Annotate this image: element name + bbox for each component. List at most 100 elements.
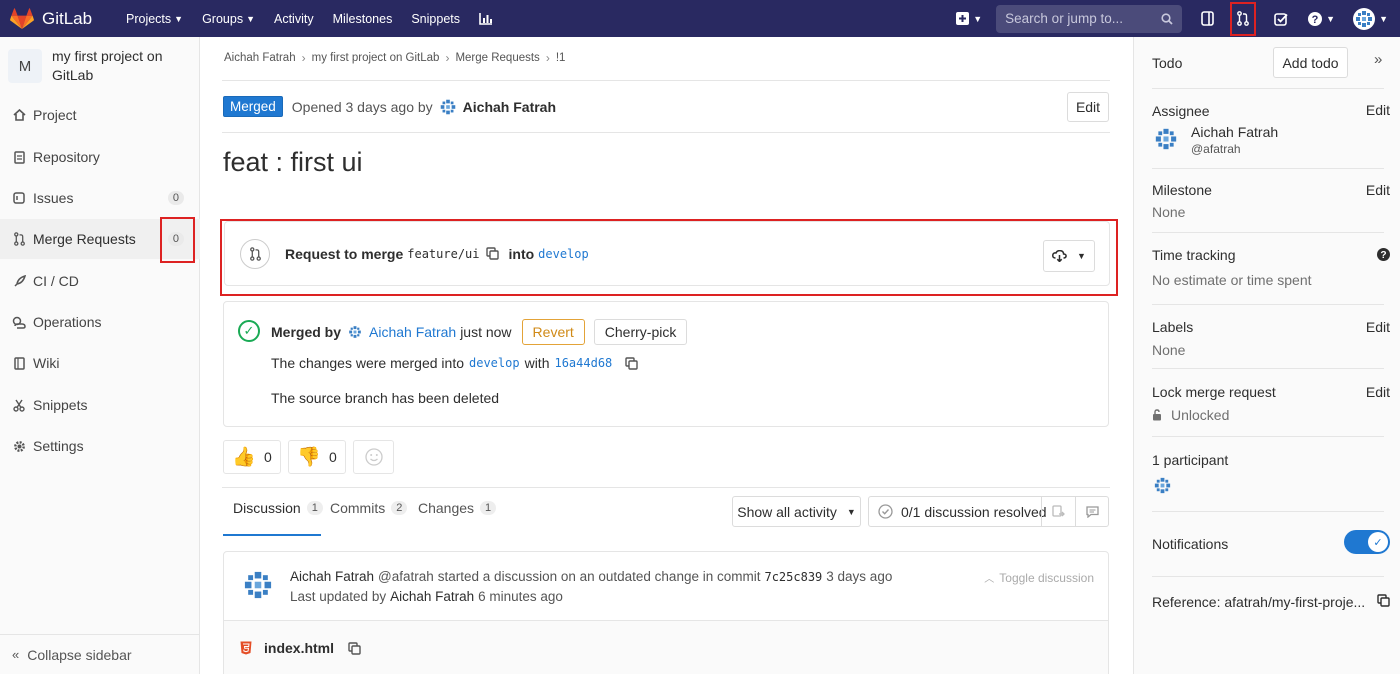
sidebar-item-project[interactable]: Project: [0, 95, 200, 135]
add-todo-button[interactable]: Add todo: [1273, 47, 1348, 78]
copy-reference-icon[interactable]: [1377, 594, 1390, 610]
divider: [222, 132, 1110, 133]
edit-milestone-link[interactable]: Edit: [1366, 182, 1390, 198]
labels-value: None: [1152, 342, 1186, 358]
discussion-commit-link[interactable]: 7c25c839: [764, 570, 822, 584]
help-dropdown[interactable]: ? ▼: [1308, 11, 1336, 26]
nav-projects[interactable]: Projects ▼: [126, 12, 183, 26]
discussion-handle: @afatrah: [378, 569, 434, 584]
assignee-name[interactable]: Aichah Fatrah: [1191, 124, 1278, 140]
avatar[interactable]: [240, 567, 276, 603]
check-icon: ✓: [1368, 532, 1388, 552]
merge-requests-nav-icon[interactable]: [1230, 1, 1257, 36]
project-header[interactable]: M my first project on GitLab: [0, 37, 199, 93]
merge-requests-count-badge: 0: [167, 232, 184, 246]
todo-section: Todo Add todo »: [1152, 37, 1384, 89]
avatar[interactable]: [1152, 125, 1180, 153]
author-link[interactable]: Aichah Fatrah: [437, 96, 556, 117]
edit-labels-link[interactable]: Edit: [1366, 319, 1390, 335]
discussion-file-name[interactable]: index.html: [264, 640, 334, 656]
divider: [222, 80, 1110, 81]
sidebar-item-issues[interactable]: Issues 0: [0, 178, 200, 218]
merged-by-line: Merged by Aichah Fatrah just now Revert …: [271, 319, 688, 345]
chevron-down-icon: ▼: [1077, 251, 1086, 261]
add-reaction-button[interactable]: [353, 440, 394, 474]
chevron-right-icon: ›: [445, 51, 450, 65]
notifications-section: Notifications ✓: [1152, 512, 1390, 577]
cherry-pick-button[interactable]: Cherry-pick: [593, 319, 688, 345]
tab-commits[interactable]: Commits 2: [330, 500, 408, 516]
avatar[interactable]: [1152, 475, 1173, 496]
thumbs-up-button[interactable]: 👍 0: [223, 440, 281, 474]
changes-branch-link[interactable]: develop: [469, 356, 520, 370]
notifications-toggle[interactable]: ✓: [1344, 530, 1390, 554]
copy-sha-icon[interactable]: [625, 356, 638, 370]
sidebar-item-wiki[interactable]: Wiki: [0, 343, 200, 383]
breadcrumb-user[interactable]: Aichah Fatrah: [224, 52, 296, 64]
target-branch-link[interactable]: develop: [538, 247, 589, 261]
edit-assignee-link[interactable]: Edit: [1366, 102, 1390, 118]
milestone-label: Milestone: [1152, 182, 1212, 198]
sidebar-toggle-icon[interactable]: [1196, 8, 1218, 30]
edit-mr-button[interactable]: Edit: [1067, 92, 1109, 122]
jump-to-discussion-button[interactable]: [1041, 497, 1075, 526]
thumbs-down-button[interactable]: 👎 0: [288, 440, 346, 474]
activity-filter-dropdown[interactable]: Show all activity ▼: [732, 496, 861, 527]
sidebar-item-label: Project: [33, 107, 77, 123]
nav-activity[interactable]: Activity: [274, 12, 314, 26]
gitlab-home-link[interactable]: GitLab: [10, 7, 106, 30]
breadcrumb-mr-id[interactable]: !1: [556, 52, 566, 64]
merged-by-user-link[interactable]: Aichah Fatrah: [369, 324, 456, 340]
request-to-merge-label: Request to merge: [285, 245, 404, 262]
nav-milestones[interactable]: Milestones: [333, 12, 393, 26]
file-icon: [11, 150, 27, 164]
sidebar-item-ci-cd[interactable]: CI / CD: [0, 261, 200, 301]
sidebar-item-merge-requests[interactable]: Merge Requests 0: [0, 217, 200, 263]
new-item-dropdown[interactable]: ▼: [952, 12, 986, 25]
lock-label: Lock merge request: [1152, 384, 1276, 400]
revert-button[interactable]: Revert: [521, 319, 585, 345]
edit-lock-link[interactable]: Edit: [1366, 384, 1390, 400]
help-icon[interactable]: ?: [1377, 248, 1390, 264]
new-issue-from-discussion-button[interactable]: [1075, 497, 1109, 526]
user-menu-dropdown[interactable]: ▼: [1353, 7, 1388, 30]
updated-by[interactable]: Aichah Fatrah: [390, 589, 474, 604]
discussion-author[interactable]: Aichah Fatrah: [290, 569, 374, 584]
nav-snippets[interactable]: Snippets: [411, 12, 460, 26]
sidebar-item-label: Repository: [33, 149, 100, 165]
home-icon: [11, 109, 27, 121]
breadcrumb-project[interactable]: my first project on GitLab: [312, 52, 440, 64]
search-input[interactable]: Search or jump to...: [996, 4, 1183, 33]
sidebar-item-settings[interactable]: Settings: [0, 426, 200, 466]
copy-file-path-icon[interactable]: [348, 641, 361, 655]
sidebar-item-label: Wiki: [33, 355, 60, 371]
todos-icon[interactable]: [1270, 8, 1292, 30]
sidebar-item-operations[interactable]: Operations: [0, 302, 200, 342]
merged-status-card: ✓ Merged by Aichah Fatrah just now Rever…: [223, 301, 1109, 427]
chevron-down-icon: ▼: [1326, 13, 1336, 24]
project-sidebar: M my first project on GitLab Project Rep…: [0, 37, 200, 674]
breadcrumb-merge-requests[interactable]: Merge Requests: [455, 52, 539, 64]
tab-changes[interactable]: Changes 1: [418, 500, 497, 516]
top-navbar: GitLab Projects ▼ Groups ▼ Activity Milest…: [0, 0, 1400, 37]
collapse-right-sidebar-icon[interactable]: »: [1374, 51, 1382, 68]
chart-icon[interactable]: [479, 12, 493, 25]
thumbs-up-icon: 👍: [232, 446, 256, 468]
avatar: [1353, 7, 1376, 30]
download-dropdown[interactable]: ▼: [1043, 240, 1095, 272]
todo-label: Todo: [1152, 55, 1183, 71]
tab-discussion[interactable]: Discussion 1: [233, 500, 323, 516]
sidebar-item-repository[interactable]: Repository: [0, 137, 200, 177]
breadcrumb: Aichah Fatrah › my first project on GitL…: [224, 51, 565, 65]
source-branch: feature/ui: [407, 246, 480, 261]
sidebar-item-snippets[interactable]: Snippets: [0, 385, 200, 425]
issues-count-badge: 0: [167, 191, 184, 205]
check-circle-icon: ✓: [238, 320, 260, 342]
plus-square-icon: [956, 12, 970, 25]
nav-groups[interactable]: Groups ▼: [202, 12, 255, 26]
collapse-sidebar-button[interactable]: « Collapse sidebar: [0, 634, 200, 674]
toggle-discussion-button[interactable]: ︿ Toggle discussion: [984, 570, 1094, 586]
commit-sha-link[interactable]: 16a44d68: [554, 356, 612, 370]
copy-branch-icon[interactable]: [485, 247, 499, 260]
discussion-resolved-group: 0/1 discussion resolved: [868, 496, 1109, 527]
